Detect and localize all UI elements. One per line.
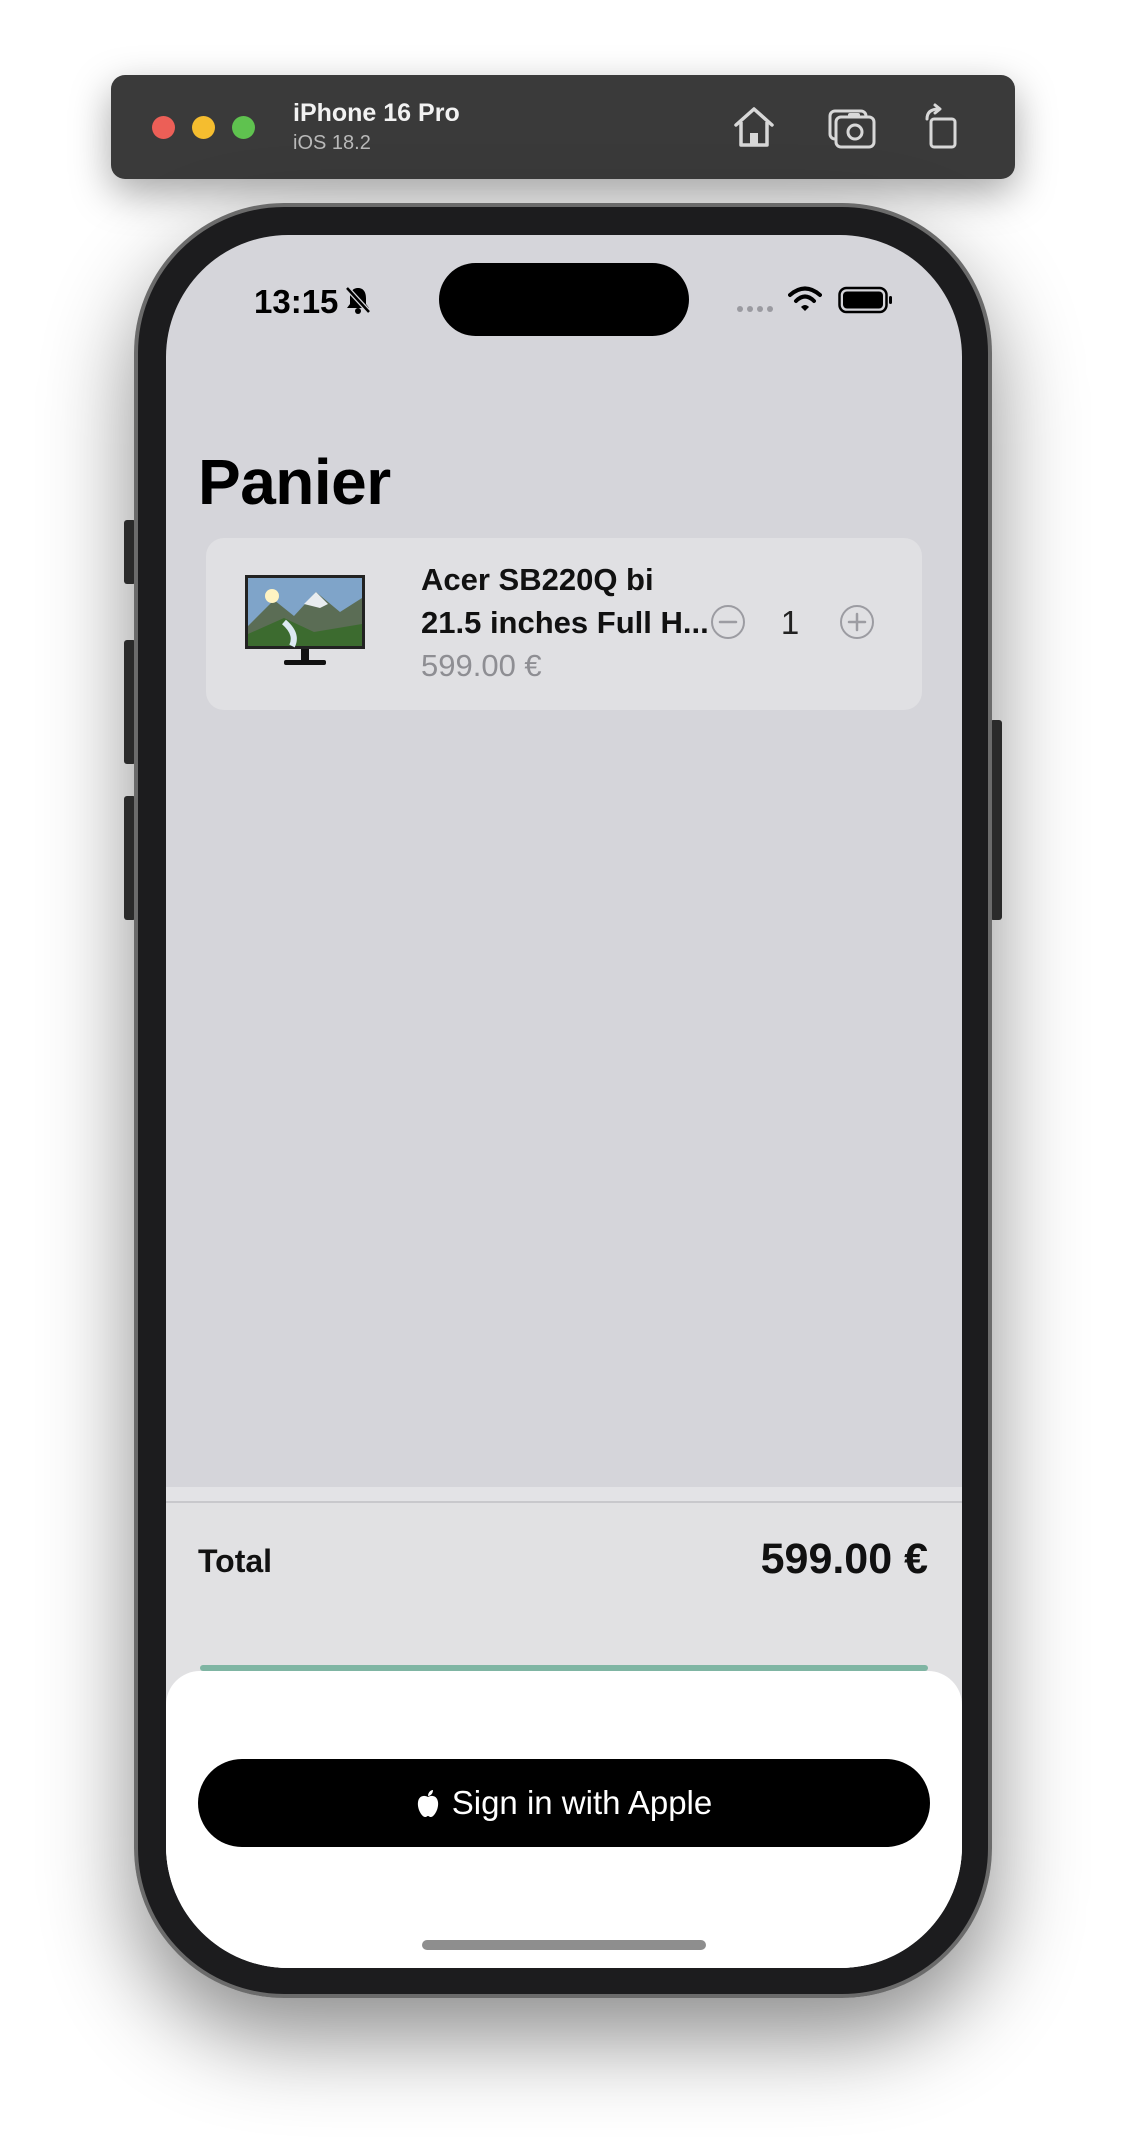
product-price: 599.00 € <box>421 648 542 683</box>
home-indicator[interactable] <box>422 1940 706 1950</box>
product-name-line1: Acer SB220Q bi <box>421 562 654 597</box>
simulator-toolbar: iPhone 16 Pro iOS 18.2 <box>111 75 1015 179</box>
summary-divider <box>166 1487 962 1504</box>
silent-bell-icon <box>345 286 371 314</box>
battery-icon <box>838 286 892 314</box>
rotate-icon <box>925 103 957 149</box>
zoom-window-button[interactable] <box>232 116 255 139</box>
total-value: 599.00 € <box>760 1535 928 1583</box>
home-icon <box>734 107 774 147</box>
sign-in-with-apple-button[interactable]: Sign in with Apple <box>198 1759 930 1847</box>
wifi-icon <box>788 286 822 311</box>
screenshot-button[interactable] <box>826 101 878 153</box>
product-name: Acer SB220Q bi 21.5 inches Full H... <box>421 558 731 644</box>
cart-item[interactable]: Acer SB220Q bi 21.5 inches Full H... 599… <box>206 538 922 710</box>
total-label: Total <box>198 1543 273 1579</box>
product-name-line2: 21.5 inches Full H... <box>421 605 709 640</box>
quantity-value: 1 <box>780 604 800 641</box>
apple-logo-icon <box>417 1789 438 1817</box>
dynamic-island <box>439 263 689 336</box>
minimize-window-button[interactable] <box>192 116 215 139</box>
decrease-quantity-button[interactable] <box>710 604 746 640</box>
sign-in-with-apple-label: Sign in with Apple <box>451 1784 713 1821</box>
device-name: iPhone 16 Pro <box>293 99 460 127</box>
rotate-button[interactable] <box>917 101 969 153</box>
cellular-signal-icon <box>737 306 773 312</box>
home-button[interactable] <box>728 101 780 153</box>
product-thumbnail <box>245 575 365 665</box>
screenshot-icon <box>828 109 876 149</box>
close-window-button[interactable] <box>152 116 175 139</box>
increase-quantity-button[interactable] <box>839 604 875 640</box>
status-time: 13:15 <box>254 283 339 320</box>
phone-screen: 13:15 Panier Acer SB220Q bi 21.5 inches … <box>166 235 962 1968</box>
device-os-version: iOS 18.2 <box>293 132 371 154</box>
page-title: Panier <box>198 446 391 518</box>
